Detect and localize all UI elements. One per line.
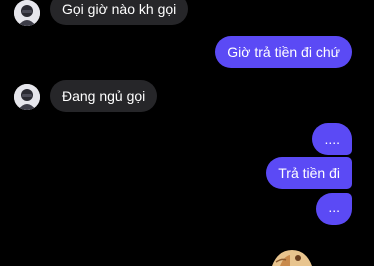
contact-avatar[interactable] [14, 0, 40, 26]
avatar-icon [14, 0, 40, 26]
outgoing-message-1[interactable]: Giờ trả tiền đi chứ [215, 36, 352, 68]
chat-thread: Gọi giờ nào kh gọi Giờ trả tiền đi chứ Đ… [0, 0, 374, 266]
sticker-image[interactable] [270, 246, 314, 266]
outgoing-message-4[interactable]: ... [316, 193, 352, 225]
sticker-icon [272, 250, 312, 266]
avatar-icon [14, 84, 40, 110]
outgoing-message-3[interactable]: Trả tiền đi [266, 157, 352, 189]
incoming-message-2[interactable]: Đang ngủ gọi [50, 80, 158, 112]
incoming-message-1[interactable]: Gọi giờ nào kh gọi [50, 0, 189, 25]
contact-avatar[interactable] [14, 84, 40, 110]
outgoing-message-2[interactable]: .... [312, 123, 352, 155]
